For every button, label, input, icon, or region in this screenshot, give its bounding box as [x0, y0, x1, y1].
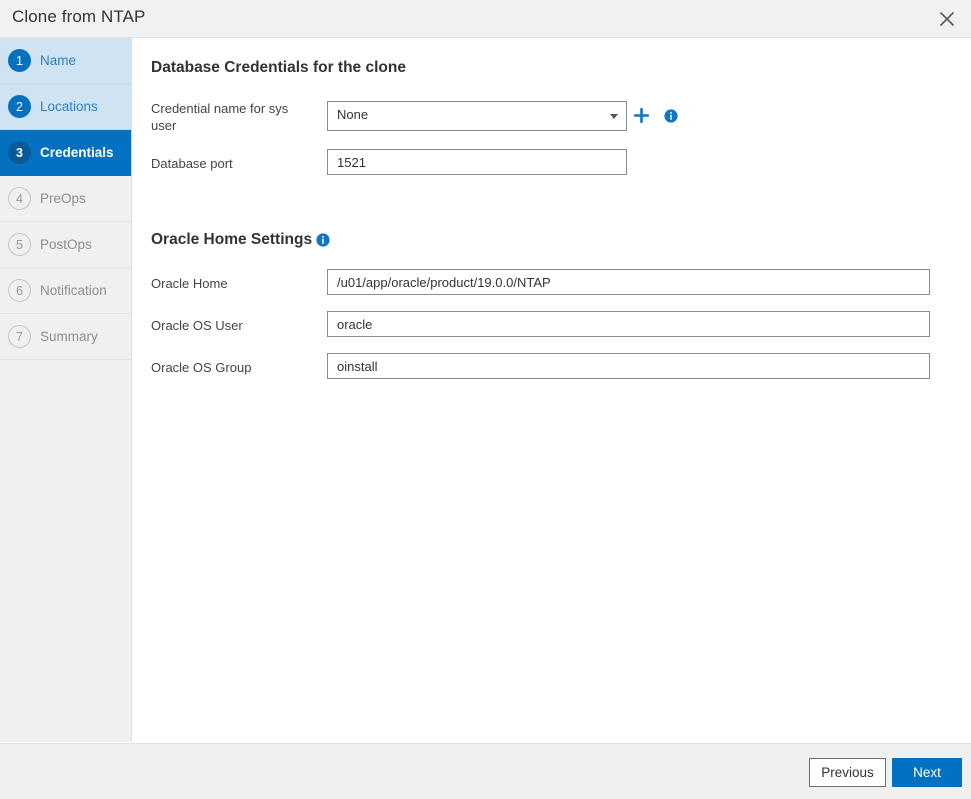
step-number-badge: 5: [8, 233, 31, 256]
sidebar-step-summary[interactable]: 7 Summary: [0, 314, 131, 360]
credential-name-selected-value: None: [337, 107, 369, 122]
step-label: Summary: [40, 329, 98, 344]
sidebar-step-credentials[interactable]: 3 Credentials: [0, 130, 131, 176]
oracle-os-user-input[interactable]: [327, 311, 930, 337]
dialog-footer: Previous Next: [0, 743, 971, 799]
oracle-home-section-title: Oracle Home Settings: [151, 231, 313, 248]
credentials-section-title: Database Credentials for the clone: [151, 59, 406, 76]
sidebar-step-notification[interactable]: 6 Notification: [0, 268, 131, 314]
oracle-os-group-input[interactable]: [327, 353, 930, 379]
step-label: Locations: [40, 99, 98, 114]
next-button[interactable]: Next: [892, 758, 962, 787]
step-number-badge: 4: [8, 187, 31, 210]
step-label: Credentials: [40, 145, 114, 160]
step-number-badge: 2: [8, 95, 31, 118]
step-label: PreOps: [40, 191, 86, 206]
step-number-badge: 7: [8, 325, 31, 348]
oracle-home-input[interactable]: [327, 269, 930, 295]
credential-name-label: Credential name for sys user: [151, 101, 289, 133]
sidebar-step-postops[interactable]: 5 PostOps: [0, 222, 131, 268]
clone-wizard-dialog: Clone from NTAP 1 Name 2 Locations 3 Credenti…: [0, 0, 971, 799]
step-number-badge: 6: [8, 279, 31, 302]
dialog-title: Clone from NTAP: [12, 7, 146, 26]
oracle-home-info-button[interactable]: [316, 233, 330, 247]
step-number-badge: 1: [8, 49, 31, 72]
oracle-os-user-label: Oracle OS User: [151, 318, 243, 333]
wizard-content-pane: Database Credentials for the clone Crede…: [133, 38, 971, 742]
oracle-os-group-label: Oracle OS Group: [151, 360, 252, 375]
plus-icon: [633, 107, 650, 126]
step-label: PostOps: [40, 237, 92, 252]
info-icon: [664, 109, 678, 126]
credential-name-select[interactable]: None: [327, 101, 627, 131]
step-label: Notification: [40, 283, 107, 298]
close-icon: [939, 11, 955, 27]
credential-info-button[interactable]: [664, 109, 678, 123]
database-port-label: Database port: [151, 156, 233, 171]
info-icon: [316, 233, 330, 250]
sidebar-step-name[interactable]: 1 Name: [0, 38, 131, 84]
previous-button[interactable]: Previous: [809, 758, 886, 787]
step-number-badge: 3: [8, 141, 31, 164]
dialog-titlebar: Clone from NTAP: [0, 0, 971, 38]
oracle-home-label: Oracle Home: [151, 276, 228, 291]
wizard-steps-sidebar: 1 Name 2 Locations 3 Credentials 4 PreOps 5 PostO…: [0, 38, 132, 742]
database-port-input[interactable]: [327, 149, 627, 175]
add-credential-button[interactable]: [633, 107, 650, 126]
close-button[interactable]: [923, 0, 971, 38]
sidebar-step-locations[interactable]: 2 Locations: [0, 84, 131, 130]
sidebar-step-preops[interactable]: 4 PreOps: [0, 176, 131, 222]
step-label: Name: [40, 53, 77, 68]
chevron-down-icon: [610, 114, 618, 119]
